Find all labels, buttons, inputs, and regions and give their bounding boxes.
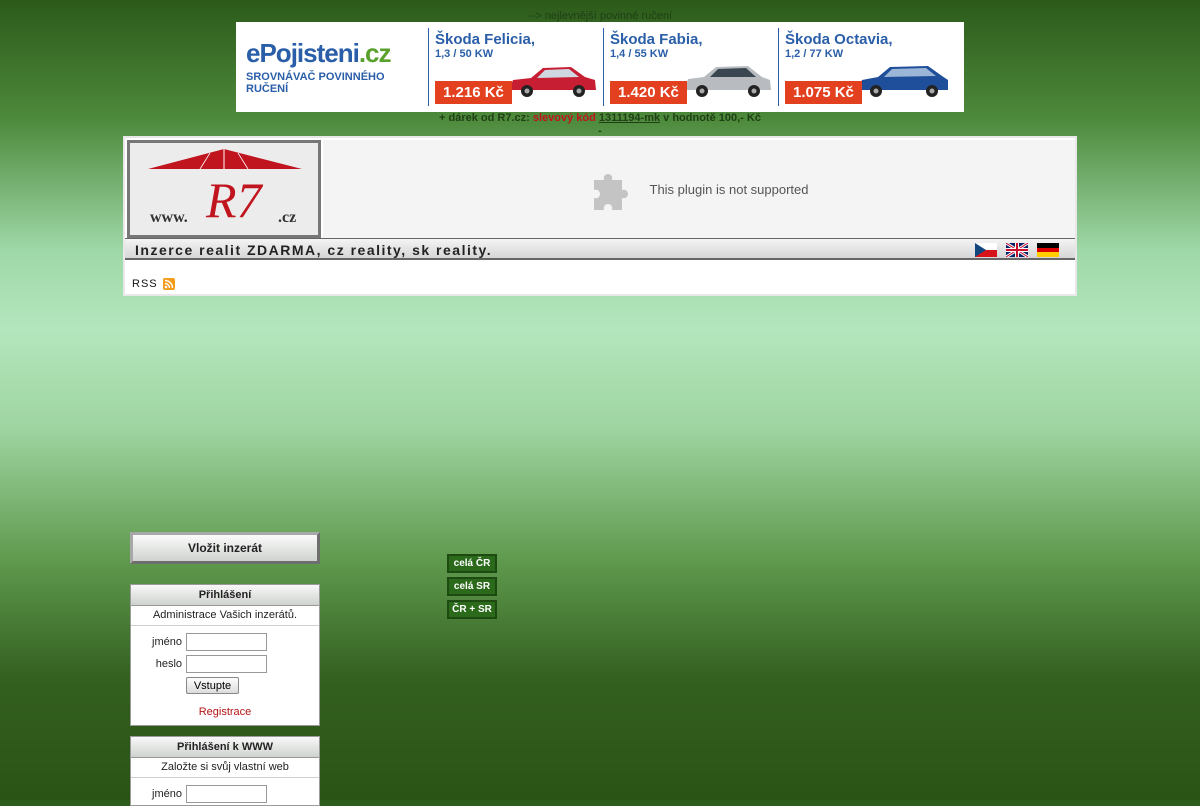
www-name-row: jméno bbox=[131, 783, 319, 805]
car-image bbox=[684, 66, 771, 97]
puzzle-icon bbox=[593, 174, 628, 210]
login-panel-title: Přihlášení bbox=[131, 585, 319, 606]
www-login-panel: Přihlášení k WWW Založte si svůj vlastní… bbox=[130, 736, 320, 806]
rss-link[interactable]: RSS bbox=[132, 278, 175, 290]
region-label: celá ČR bbox=[453, 558, 491, 569]
banner-brand-subtitle: SROVNÁVAČ POVINNÉHO RUČENÍ bbox=[246, 71, 385, 95]
offer-price: 1.216 Kč bbox=[435, 81, 512, 104]
rss-icon bbox=[162, 278, 175, 290]
gift-label: slevový kód bbox=[532, 112, 596, 124]
czech-flag-icon[interactable] bbox=[975, 243, 997, 257]
offer-price: 1.420 Kč bbox=[610, 81, 687, 104]
banner-offer[interactable]: Škoda Felicia, 1,3 / 50 KW 1.216 Kč bbox=[429, 28, 604, 106]
banner-brand-name: ePojisteni.cz bbox=[246, 38, 392, 68]
www-name-label: jméno bbox=[152, 788, 182, 800]
site-tagline: Inzerce realit ZDARMA, cz reality, sk re… bbox=[135, 242, 493, 258]
banner-brand: ePojisteni.cz SROVNÁVAČ POVINNÉHO RUČENÍ bbox=[236, 28, 429, 106]
login-submit-button[interactable]: Vstupte bbox=[186, 677, 239, 694]
offer-price: 1.075 Kč bbox=[785, 81, 862, 104]
register-link[interactable]: Registrace bbox=[131, 706, 319, 718]
login-name-input[interactable] bbox=[186, 633, 267, 651]
login-password-row: heslo bbox=[131, 653, 319, 675]
region-label: ČR + SR bbox=[452, 604, 492, 615]
gift-code-link[interactable]: 1311194-mk bbox=[599, 112, 660, 124]
region-label: celá SR bbox=[453, 581, 491, 592]
region-button-sr[interactable]: celá SR bbox=[447, 577, 497, 596]
offer-car-spec: 1,2 / 77 KW bbox=[785, 48, 844, 60]
name-label: jméno bbox=[152, 636, 182, 648]
banner-offer[interactable]: Škoda Fabia, 1,4 / 55 KW 1.420 Kč bbox=[604, 28, 779, 106]
banner-offer[interactable]: Škoda Octavia, 1,2 / 77 KW 1.075 Kč bbox=[779, 28, 954, 106]
plugin-message: This plugin is not supported bbox=[649, 181, 809, 197]
insurance-banner[interactable]: ePojisteni.cz SROVNÁVAČ POVINNÉHO RUČENÍ… bbox=[236, 22, 964, 112]
login-panel: Přihlášení Administrace Vašich inzerátů.… bbox=[130, 584, 320, 726]
car-image bbox=[509, 67, 596, 97]
www-login-title: Přihlášení k WWW bbox=[131, 737, 319, 758]
logo-cz: .cz bbox=[278, 209, 297, 226]
rss-label: RSS bbox=[132, 278, 158, 290]
region-button-cr[interactable]: celá ČR bbox=[447, 554, 497, 573]
password-label: heslo bbox=[155, 658, 182, 670]
www-name-input[interactable] bbox=[186, 785, 267, 803]
logo-www: www. bbox=[150, 209, 188, 226]
german-flag-icon[interactable] bbox=[1037, 243, 1059, 257]
car-image bbox=[858, 66, 948, 97]
offer-car-spec: 1,4 / 55 KW bbox=[610, 48, 669, 60]
offer-car-name: Škoda Felicia, bbox=[435, 31, 536, 48]
gift-suffix: v hodnotě 100,- Kč bbox=[660, 112, 761, 124]
offer-car-name: Škoda Fabia, bbox=[610, 31, 703, 48]
uk-flag-icon[interactable] bbox=[1006, 243, 1028, 257]
top-insurance-link[interactable]: --> nejlevnější povinné ručení bbox=[0, 10, 1200, 22]
add-listing-button[interactable]: Vložit inzerát bbox=[130, 532, 320, 564]
gift-prefix: + dárek od R7.cz: bbox=[439, 112, 533, 124]
offer-car-name: Škoda Octavia, bbox=[785, 31, 893, 48]
site-header: www. R7 .cz This plugin is not supported… bbox=[123, 136, 1077, 296]
login-name-row: jméno bbox=[131, 631, 319, 653]
login-password-input[interactable] bbox=[186, 655, 267, 673]
logo-r7: R7 bbox=[206, 172, 262, 228]
site-logo[interactable]: www. R7 .cz bbox=[127, 140, 321, 238]
region-button-cr-sr[interactable]: ČR + SR bbox=[447, 600, 497, 619]
login-panel-subtitle: Administrace Vašich inzerátů. bbox=[131, 606, 319, 626]
tagline-bar: Inzerce realit ZDARMA, cz reality, sk re… bbox=[125, 238, 1075, 260]
gift-code-notice: + dárek od R7.cz: slevový kód 1311194-mk… bbox=[0, 112, 1200, 138]
www-login-subtitle: Založte si svůj vlastní web bbox=[131, 758, 319, 778]
plugin-placeholder: This plugin is not supported bbox=[323, 140, 1075, 238]
offer-car-spec: 1,3 / 50 KW bbox=[435, 48, 494, 60]
